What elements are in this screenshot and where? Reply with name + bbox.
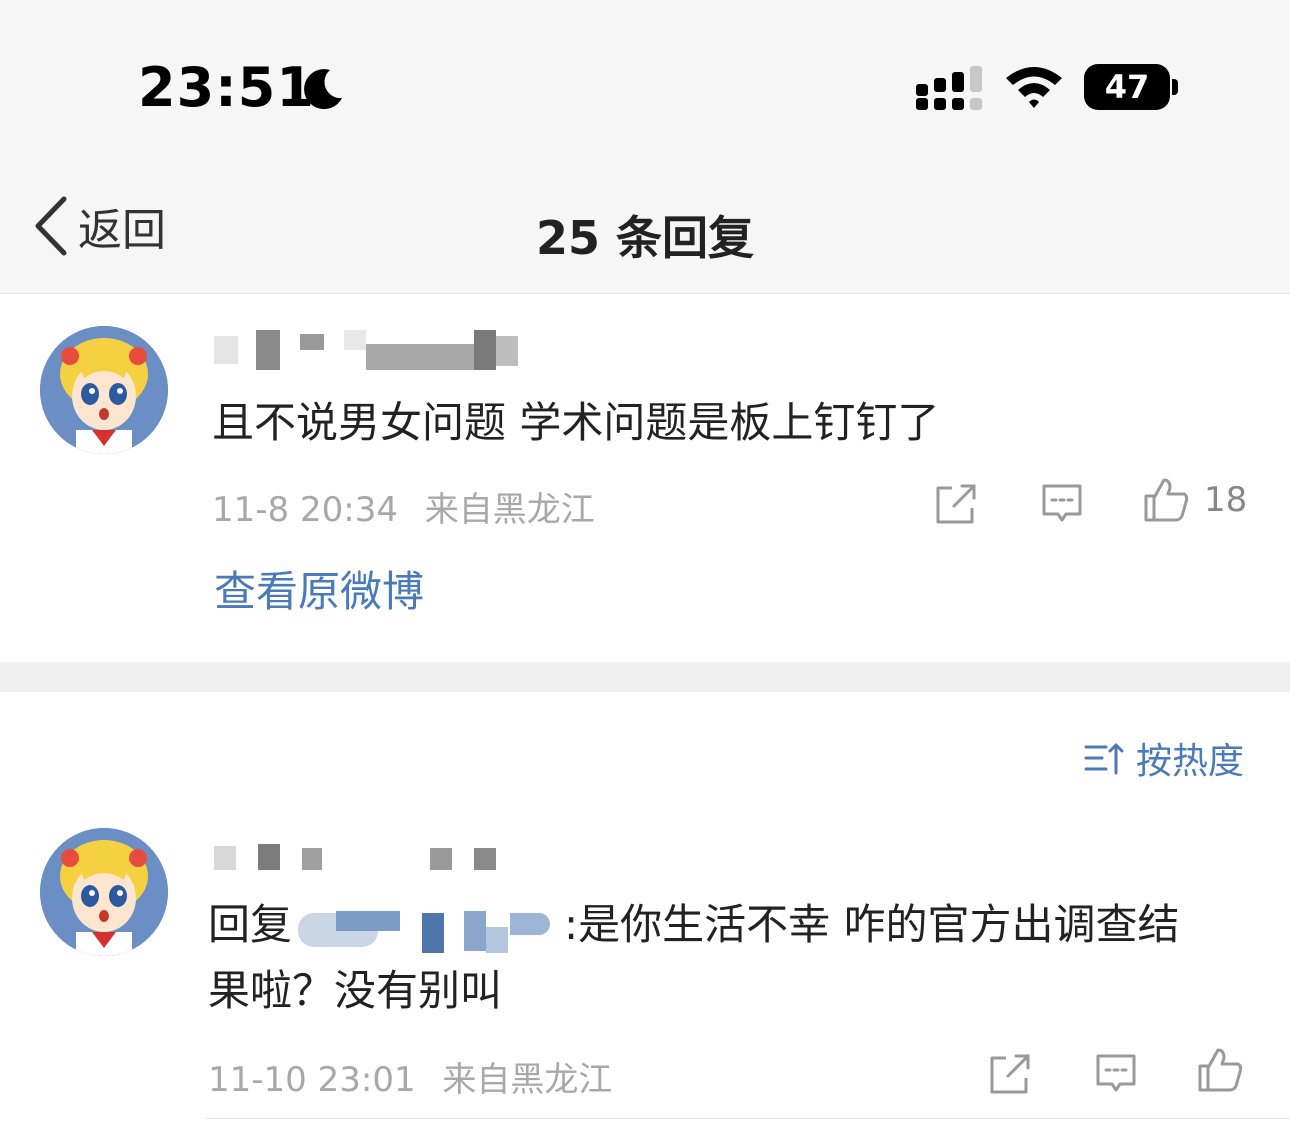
reply-button[interactable] <box>1038 480 1086 528</box>
reply-meta: 11-10 23:01 来自黑龙江 <box>208 1052 612 1101</box>
sort-button[interactable]: 按热度 <box>1084 734 1244 782</box>
reply-prefix: 回复 <box>208 900 293 949</box>
comment-icon <box>1042 484 1082 522</box>
like-icon <box>1198 1048 1243 1092</box>
like-button[interactable] <box>1196 1046 1244 1094</box>
reply-location: 来自黑龙江 <box>442 1060 613 1100</box>
share-button[interactable] <box>986 1050 1034 1098</box>
reply-text-line2: 果啦？没有别叫 <box>208 966 503 1015</box>
like-button[interactable]: 18 <box>1142 476 1247 524</box>
reply-text: 回复 :是你生活不幸 咋的官方出调查结 果啦？没有别叫 <box>208 892 1268 1024</box>
comment-icon <box>1096 1054 1136 1092</box>
mention-blurred[interactable] <box>292 903 564 953</box>
avatar[interactable] <box>40 828 168 956</box>
signal-icon <box>916 66 982 110</box>
like-count: 18 <box>1204 480 1248 520</box>
share-icon <box>990 1054 1030 1094</box>
reply-comment: 回复 :是你生活不幸 咋的官方出调查结 果啦？没有别叫 11-10 23:01 … <box>0 800 1290 1120</box>
comment-location: 来自黑龙江 <box>424 490 595 530</box>
sort-label: 按热度 <box>1136 741 1245 782</box>
battery-level: 47 <box>1084 64 1170 110</box>
comment-text: 且不说男女问题 学术问题是板上钉钉了 <box>212 398 940 447</box>
comment-timestamp: 11-8 20:34 <box>212 490 398 530</box>
share-icon <box>936 484 976 524</box>
moon-icon <box>304 69 342 110</box>
like-icon <box>1144 478 1189 522</box>
wifi-icon <box>1006 67 1062 108</box>
reply-timestamp: 11-10 23:01 <box>208 1060 416 1100</box>
share-button[interactable] <box>932 480 980 528</box>
comment-meta: 11-8 20:34 来自黑龙江 <box>212 482 595 531</box>
avatar[interactable] <box>40 326 168 454</box>
section-divider <box>0 662 1290 692</box>
sort-icon <box>1084 743 1124 775</box>
divider <box>206 1118 1290 1119</box>
battery-icon: 47 <box>1084 64 1180 110</box>
username-blurred[interactable] <box>214 330 518 370</box>
page-title: 25 条回复 <box>535 211 755 265</box>
nav-bar: 返回 25 条回复 <box>0 160 1290 294</box>
status-time: 23:51 <box>138 56 315 119</box>
username-blurred[interactable] <box>214 840 504 880</box>
view-original-link[interactable]: 查看原微博 <box>214 558 424 619</box>
reply-text-line1: :是你生活不幸 咋的官方出调查结 <box>564 900 1180 949</box>
status-bar: 23:51 47 <box>0 0 1290 160</box>
reply-button[interactable] <box>1092 1050 1140 1098</box>
main-comment: 且不说男女问题 学术问题是板上钉钉了 11-8 20:34 来自黑龙江 18 查… <box>0 294 1290 662</box>
